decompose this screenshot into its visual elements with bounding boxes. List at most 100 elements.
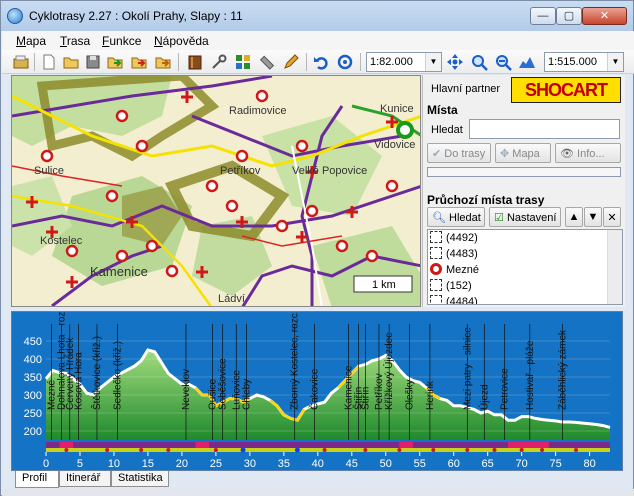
pencil-icon[interactable] xyxy=(282,53,300,71)
partner-logo[interactable]: SHOCART xyxy=(511,77,621,103)
x-tick-label: 50 xyxy=(380,458,392,470)
waypoint-icon xyxy=(430,295,442,304)
move-up-icon[interactable]: ▲ xyxy=(565,207,583,227)
marker-dot xyxy=(363,448,368,452)
refresh-icon[interactable] xyxy=(336,53,354,71)
y-tick-label: 300 xyxy=(24,390,42,402)
toolbar: 1:82.000 ▼ 1:515.000 ▼ xyxy=(2,50,634,74)
waypoint-label: Olešky xyxy=(405,379,416,410)
tab-statistika[interactable]: Statistika xyxy=(111,471,169,487)
place-label: Kostelec xyxy=(40,235,83,247)
export-red-icon[interactable] xyxy=(130,53,148,71)
profile-icon[interactable] xyxy=(518,53,536,71)
title-bar[interactable]: Cyklotrasy 2.27 : Okolí Prahy, Slapy : 1… xyxy=(1,1,633,31)
nastaveni-button[interactable]: ☑ Nastavení xyxy=(489,207,561,227)
waypoint-icon xyxy=(430,231,442,243)
maximize-button[interactable]: ▢ xyxy=(556,7,582,25)
ruler-icon[interactable] xyxy=(258,53,276,71)
menu-trasa[interactable]: Trasa xyxy=(60,34,90,48)
scale-select-1[interactable]: 1:82.000 ▼ xyxy=(366,52,442,72)
x-tick-label: 25 xyxy=(210,458,222,470)
waypoint-label: Chleby xyxy=(241,379,252,410)
side-panel: Hlavní partner SHOCART Místa Hledat ✔ Do… xyxy=(422,75,625,307)
new-icon[interactable] xyxy=(40,53,58,71)
scale-select-2[interactable]: 1:515.000 ▼ xyxy=(544,52,624,72)
surface-segment xyxy=(59,442,74,448)
list-item[interactable]: Mezné xyxy=(430,263,479,279)
marker-dot xyxy=(240,447,246,453)
x-tick-label: 80 xyxy=(583,458,595,470)
zoom-in-icon[interactable] xyxy=(470,53,488,71)
chevron-down-icon[interactable]: ▼ xyxy=(425,53,441,71)
close-button[interactable]: ✕ xyxy=(582,7,627,25)
export-green-icon[interactable] xyxy=(106,53,124,71)
elevation-profile[interactable]: 200 250 300 350 400 450 Mezné Dohnalova Lhota -… xyxy=(11,311,623,471)
waypoint-list[interactable]: (4492) (4483) Mezné (152) (4484) xyxy=(427,229,623,305)
waypoint-label: Újezd xyxy=(477,384,490,410)
open-icon[interactable] xyxy=(12,53,30,71)
delete-icon[interactable]: ✕ xyxy=(603,207,621,227)
toolbar-separator xyxy=(178,53,179,71)
list-item[interactable]: (4484) xyxy=(430,295,478,304)
book-icon[interactable] xyxy=(186,53,204,71)
x-tick-label: 30 xyxy=(244,458,256,470)
menu-mapa[interactable]: Mapa xyxy=(16,34,46,48)
undo-icon[interactable] xyxy=(312,53,330,71)
export-folder-icon[interactable] xyxy=(154,53,172,71)
surface-bar xyxy=(46,448,610,452)
zoom-out-icon[interactable] xyxy=(494,53,512,71)
tools-icon[interactable] xyxy=(210,53,228,71)
marker-dot xyxy=(294,447,300,453)
tab-profil[interactable]: Profil xyxy=(15,471,59,488)
move-icon[interactable] xyxy=(446,53,464,71)
status-bar xyxy=(2,489,634,496)
y-tick-label: 400 xyxy=(24,354,42,366)
waypoint-label: Petrovice xyxy=(500,368,511,410)
surface-segment xyxy=(399,442,413,448)
waypoint-label: Kosova Hora xyxy=(74,352,85,410)
place-label: Kamenice xyxy=(90,264,148,279)
do-trasy-button[interactable]: ✔ Do trasy xyxy=(427,143,491,163)
x-tick-label: 55 xyxy=(414,458,426,470)
chevron-down-icon[interactable]: ▼ xyxy=(607,53,623,71)
x-tick-label: 65 xyxy=(482,458,494,470)
list-item[interactable]: (4492) xyxy=(430,231,478,247)
waypoint-label: Štětkovice (křiž.) xyxy=(90,336,103,410)
marker-dot xyxy=(139,448,144,452)
y-tick-label: 200 xyxy=(24,426,42,438)
map-canvas[interactable]: Radimovice Kunice Vidovice Sulice Petřík… xyxy=(12,76,421,307)
pruchozi-title: Průchozí místa trasy xyxy=(427,193,545,207)
marker-dot xyxy=(519,448,524,452)
marker-dot xyxy=(397,448,402,452)
move-down-icon[interactable]: ▼ xyxy=(584,207,602,227)
list-item[interactable]: (152) xyxy=(430,279,472,295)
x-tick-label: 15 xyxy=(142,458,154,470)
waypoint-label: Záběhlický zámek xyxy=(557,329,568,410)
waypoint-label: Čakovice xyxy=(307,368,320,410)
marker-dot xyxy=(465,448,470,452)
profile-chart: 200250300350400450Mezné Dohnalova Lhota -… xyxy=(24,312,611,470)
app-window: Cyklotrasy 2.27 : Okolí Prahy, Slapy : 1… xyxy=(0,0,634,496)
info-button[interactable]: 👁 Info... xyxy=(555,143,621,163)
marker-dot xyxy=(213,448,218,452)
hledat-label: Hledat xyxy=(431,124,463,136)
marker-dot xyxy=(64,448,69,452)
search-input[interactable] xyxy=(469,119,620,139)
menu-napoveda[interactable]: Nápověda xyxy=(154,34,209,48)
waypoint-icon xyxy=(430,279,442,291)
grid-icon[interactable] xyxy=(234,53,252,71)
mapa-button[interactable]: ✥ Mapa xyxy=(495,143,551,163)
tab-itinerar[interactable]: Itinerář xyxy=(59,471,111,487)
folder-icon[interactable] xyxy=(62,53,80,71)
scale-value-2: 1:515.000 xyxy=(548,56,597,68)
map-view[interactable]: Radimovice Kunice Vidovice Sulice Petřík… xyxy=(11,75,421,307)
minimize-button[interactable]: — xyxy=(530,7,556,25)
toolbar-separator xyxy=(306,53,307,71)
list-item[interactable]: (4483) xyxy=(430,247,478,263)
place-label: Kunice xyxy=(380,103,414,115)
hledat-button[interactable]: 🔍︎ Hledat xyxy=(427,207,485,227)
save-icon[interactable] xyxy=(84,53,102,71)
x-tick-label: 35 xyxy=(278,458,290,470)
menu-funkce[interactable]: Funkce xyxy=(102,34,141,48)
list-scrollbar[interactable] xyxy=(607,230,622,304)
